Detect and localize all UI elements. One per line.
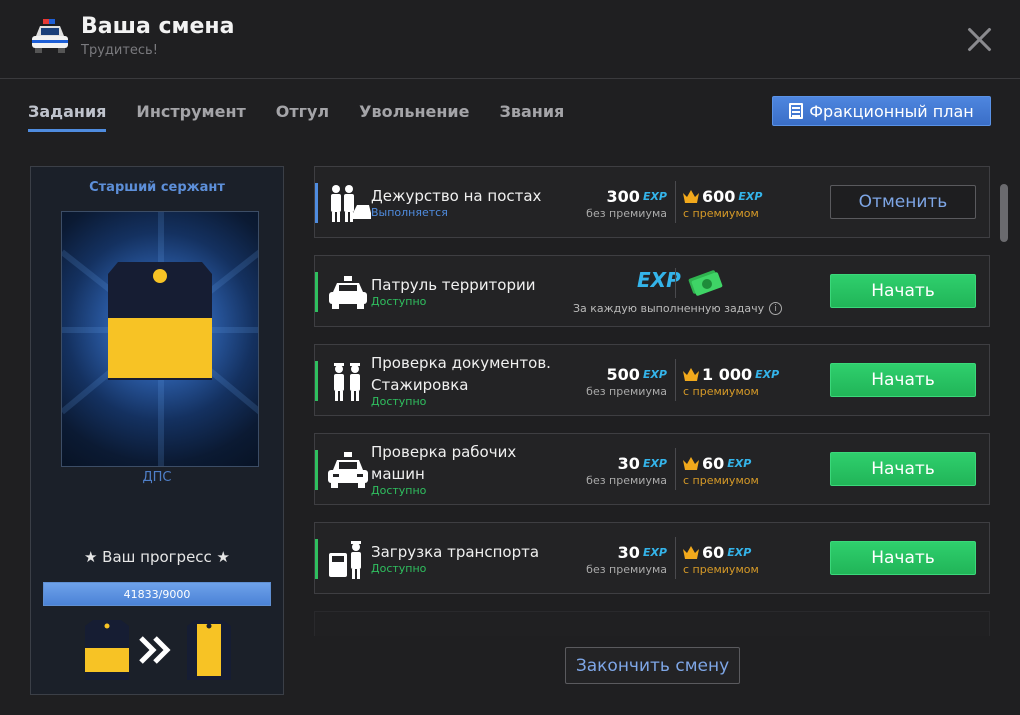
free-value: 30 [617, 454, 640, 473]
premium-caption: с премиумом [683, 207, 759, 220]
police-car-icon [32, 19, 68, 53]
rank-epaulette-icon [108, 262, 212, 380]
finish-shift-button[interactable]: Закончить смену [565, 647, 740, 684]
crown-icon [683, 546, 699, 559]
progress-label: ★ Ваш прогресс ★ [83, 548, 231, 566]
reward-premium: 600 EXP с премиумом [683, 187, 762, 220]
faction-plan-button[interactable]: Фракционный план [772, 96, 991, 126]
task-row-partial [314, 611, 990, 636]
reward-separator [675, 359, 676, 401]
task-row: Патруль территории Доступно EXP За кажду… [314, 255, 990, 327]
exp-tag: EXP [738, 190, 763, 203]
premium-caption: с премиумом [683, 563, 759, 576]
free-caption: без премиума [586, 474, 667, 487]
task-status: Доступно [371, 295, 427, 308]
reward-separator [675, 268, 676, 298]
crown-icon [683, 190, 699, 203]
tab-tasks[interactable]: Задания [28, 102, 107, 132]
exp-tag: EXP [642, 368, 667, 381]
next-rank-preview [85, 620, 231, 680]
reward-separator [675, 181, 676, 223]
tab-tools[interactable]: Инструмент [136, 102, 245, 132]
premium-value: 60 [702, 543, 725, 562]
exp-tag: EXP [727, 457, 752, 470]
task-row: Проверка документов. Стажировка Доступно… [314, 344, 990, 416]
free-caption: без премиума [586, 563, 667, 576]
rank-card [61, 211, 259, 467]
window-subtitle: Трудитесь! [81, 43, 158, 58]
rank-title: Старший сержант [89, 180, 225, 195]
premium-value: 60 [702, 454, 725, 473]
crown-icon [683, 368, 699, 381]
premium-value: 600 [702, 187, 736, 206]
free-caption: без премиума [586, 207, 667, 220]
start-task-button[interactable]: Начать [830, 452, 976, 486]
per-task-note: За каждую выполненную задачу i [573, 302, 783, 315]
exp-tag: EXP [642, 190, 667, 203]
tab-day-off[interactable]: Отгул [276, 102, 329, 132]
info-icon[interactable]: i [769, 302, 783, 315]
reward-premium: 60 EXP с премиумом [683, 454, 759, 487]
task-row: Дежурство на постах Выполняется 300 EXP б… [314, 166, 990, 238]
faction-plan-label: Фракционный план [809, 101, 974, 121]
rank-panel: Старший сержант ДПС ★ Ваш прогресс ★ 418… [30, 166, 284, 695]
crown-icon [683, 457, 699, 470]
free-caption: без премиума [586, 385, 667, 398]
per-task-caption: За каждую выполненную задачу [573, 302, 765, 315]
task-name: Патруль территории [371, 276, 536, 294]
double-chevron-icon [139, 636, 171, 664]
exp-tag: EXP [642, 457, 667, 470]
window-title: Ваша смена [81, 14, 235, 39]
reward-free: 30 EXP без премиума [586, 454, 667, 487]
exp-tag: EXP [642, 546, 667, 559]
reward-free: 30 EXP без премиума [586, 543, 667, 576]
task-list-scrollbar[interactable] [1000, 184, 1008, 242]
free-value: 300 [606, 187, 640, 206]
tab-dismissal[interactable]: Увольнение [359, 102, 469, 132]
cash-icon [688, 270, 723, 296]
next-rank-epaulette-icon [187, 620, 231, 680]
tab-bar: Задания Инструмент Отгул Увольнение Зван… [28, 102, 594, 132]
reward-premium: 1 000 EXP с премиумом [683, 365, 779, 398]
document-list-icon [789, 103, 804, 119]
close-icon[interactable] [966, 25, 994, 53]
exp-tag: EXP [755, 368, 780, 381]
free-value: 30 [617, 543, 640, 562]
premium-caption: с премиумом [683, 385, 759, 398]
task-row: Загрузка транспорта Доступно 30 EXP без п… [314, 522, 990, 594]
cancel-task-button[interactable]: Отменить [830, 185, 976, 219]
start-task-button[interactable]: Начать [830, 541, 976, 575]
patrol-car-icon [329, 276, 367, 309]
premium-caption: с премиумом [683, 474, 759, 487]
task-row: Проверка рабочих машин Доступно 30 EXP бе… [314, 433, 990, 505]
reward-free: 500 EXP без премиума [586, 365, 667, 398]
rank-unit: ДПС [142, 470, 172, 485]
progress-text: 41833/9000 [123, 587, 191, 601]
reward-separator [675, 537, 676, 579]
task-list: Дежурство на постах Выполняется 300 EXP б… [314, 166, 990, 636]
current-rank-epaulette-icon [85, 620, 129, 680]
tab-ranks[interactable]: Звания [499, 102, 564, 132]
reward-free: 300 EXP без премиума [586, 187, 667, 220]
free-value: 500 [606, 365, 640, 384]
start-task-button[interactable]: Начать [830, 274, 976, 308]
window-header: Ваша смена Трудитесь! [0, 0, 1020, 79]
status-bar [315, 272, 318, 312]
reward-separator [675, 448, 676, 490]
reward-premium: 60 EXP с премиумом [683, 543, 759, 576]
premium-value: 1 000 [702, 365, 753, 384]
start-task-button[interactable]: Начать [830, 363, 976, 397]
exp-tag: EXP [727, 546, 752, 559]
rank-progress-bar: 41833/9000 [43, 582, 271, 606]
